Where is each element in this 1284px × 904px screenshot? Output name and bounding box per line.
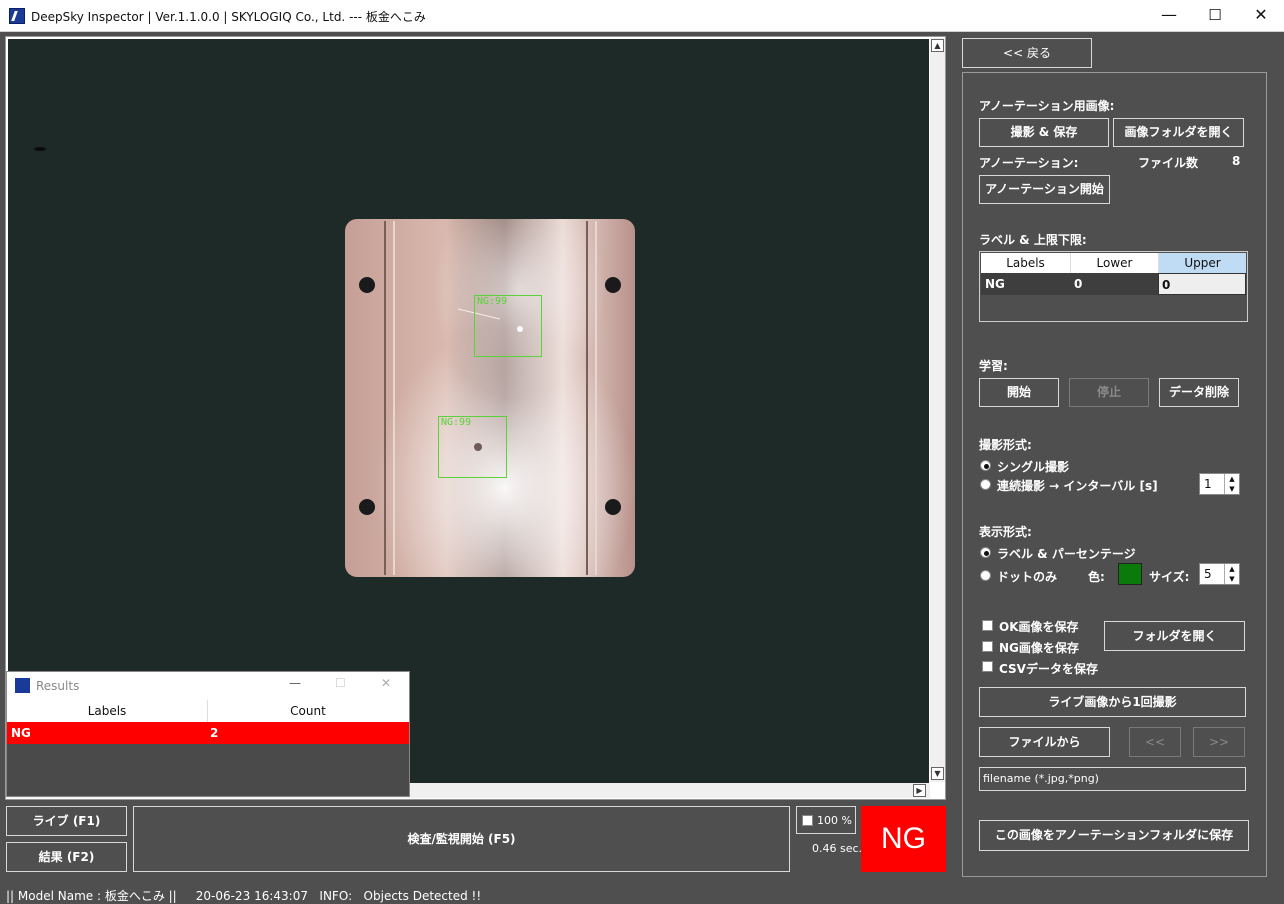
- open-image-folder-button[interactable]: 画像フォルダを開く: [1113, 118, 1244, 147]
- save-ok-label: OK画像を保存: [999, 620, 1079, 634]
- results-window[interactable]: Results — ☐ ✕ Labels Count NG 2: [6, 671, 410, 797]
- prev-image-button: <<: [1129, 727, 1181, 757]
- annotation-images-label: アノーテーション用画像:: [979, 99, 1115, 113]
- train-start-button[interactable]: 開始: [979, 378, 1059, 407]
- from-file-button[interactable]: ファイルから: [979, 727, 1110, 757]
- capture-save-button[interactable]: 撮影 & 保存: [979, 118, 1109, 147]
- capture-single-label: シングル撮影: [997, 460, 1070, 474]
- file-count-label: ファイル数: [1138, 156, 1199, 170]
- scroll-down-icon[interactable]: ▼: [931, 767, 944, 780]
- results-title: Results: [36, 679, 80, 693]
- inspect-start-button[interactable]: 検査/監視開始 (F5): [133, 806, 790, 872]
- start-annotation-button[interactable]: アノーテーション開始: [979, 175, 1110, 204]
- limits-row-label[interactable]: NG: [981, 273, 1070, 295]
- zoom-checkbox[interactable]: [802, 815, 813, 826]
- save-csv-checkbox[interactable]: [982, 661, 993, 672]
- next-image-button: >>: [1193, 727, 1245, 757]
- train-stop-button: 停止: [1069, 378, 1149, 407]
- capture-mode-label: 撮影形式:: [979, 438, 1032, 452]
- display-dot-radio[interactable]: [980, 570, 991, 581]
- capture-once-button[interactable]: ライブ画像から1回撮影: [979, 687, 1246, 717]
- back-button[interactable]: << 戻る: [962, 38, 1092, 68]
- color-label: 色:: [1088, 570, 1105, 584]
- size-value: 5: [1204, 567, 1212, 581]
- minimize-button[interactable]: —: [1146, 0, 1192, 32]
- interval-value: 1: [1204, 477, 1212, 491]
- column-header: Count: [290, 704, 326, 718]
- size-stepper[interactable]: 5 ▲ ▼: [1199, 563, 1240, 585]
- display-label-radio[interactable]: [980, 547, 991, 558]
- maximize-button[interactable]: ☐: [1192, 0, 1238, 32]
- save-ok-checkbox[interactable]: [982, 620, 993, 631]
- window-title: DeepSky Inspector | Ver.1.1.0.0 | SKYLOG…: [31, 10, 426, 24]
- limits-table[interactable]: Labels Lower Upper NG 0 0: [979, 251, 1248, 322]
- detection-box: NG:99: [438, 416, 507, 478]
- file-count-value: 8: [1232, 154, 1241, 168]
- open-folder-button[interactable]: フォルダを開く: [1104, 621, 1245, 651]
- zoom-label: 100 %: [817, 814, 852, 827]
- live-button[interactable]: ライブ (F1): [6, 806, 127, 836]
- save-to-annotation-button[interactable]: この画像をアノーテーションフォルダに保存: [979, 820, 1249, 851]
- vertical-scrollbar[interactable]: ▲ ▼: [930, 38, 945, 782]
- row-count: 2: [210, 726, 219, 740]
- display-label-text: ラベル & パーセンテージ: [997, 547, 1136, 561]
- limits-row-lower[interactable]: 0: [1070, 273, 1158, 295]
- column-header: Labels: [87, 704, 127, 718]
- minimize-icon[interactable]: —: [289, 676, 301, 690]
- filename-field[interactable]: filename (*.jpg,*png): [979, 767, 1246, 791]
- save-ng-checkbox[interactable]: [982, 641, 993, 652]
- annotation-label: アノーテーション:: [979, 156, 1079, 170]
- detection-label: NG:99: [441, 417, 472, 428]
- display-dot-text: ドットのみ: [997, 570, 1058, 584]
- column-header: Lower: [1070, 253, 1158, 273]
- title-bar: DeepSky Inspector | Ver.1.1.0.0 | SKYLOG…: [0, 0, 1284, 32]
- capture-continuous-radio[interactable]: [980, 479, 991, 490]
- zoom-toggle[interactable]: 100 %: [796, 806, 856, 834]
- table-row[interactable]: NG 2: [7, 722, 409, 744]
- column-header: Upper: [1158, 253, 1246, 273]
- close-button[interactable]: ✕: [1238, 0, 1284, 32]
- column-header: Labels: [981, 253, 1070, 273]
- status-text: || Model Name : 板金へこみ || 20-06-23 16:43:…: [6, 889, 482, 903]
- maximize-icon: ☐: [335, 676, 346, 690]
- stepper-arrows-icon[interactable]: ▲ ▼: [1224, 474, 1239, 494]
- limits-row-upper[interactable]: 0: [1158, 273, 1246, 295]
- elapsed-time: 0.46 sec.: [812, 842, 863, 855]
- results-title-bar: Results — ☐ ✕: [7, 672, 409, 700]
- display-mode-label: 表示形式:: [979, 525, 1032, 539]
- save-ng-label: NG画像を保存: [999, 641, 1079, 655]
- app-logo-icon: [9, 8, 25, 24]
- judgement-badge: NG: [861, 806, 946, 872]
- scroll-up-icon[interactable]: ▲: [931, 39, 944, 52]
- label-limits-label: ラベル & 上限下限:: [979, 233, 1087, 247]
- status-bar: || Model Name : 板金へこみ || 20-06-23 16:43:…: [0, 882, 1284, 904]
- stepper-arrows-icon[interactable]: ▲ ▼: [1224, 564, 1239, 584]
- capture-single-radio[interactable]: [980, 460, 991, 471]
- delete-data-button[interactable]: データ削除: [1159, 378, 1239, 407]
- scroll-right-icon[interactable]: ▶: [913, 784, 926, 797]
- close-icon[interactable]: ✕: [381, 676, 391, 690]
- detection-box: NG:99: [474, 295, 542, 357]
- training-label: 学習:: [979, 359, 1008, 373]
- interval-stepper[interactable]: 1 ▲ ▼: [1199, 473, 1240, 495]
- detection-label: NG:99: [477, 296, 508, 307]
- app-logo-icon: [15, 678, 30, 693]
- save-csv-label: CSVデータを保存: [999, 662, 1098, 676]
- result-button[interactable]: 結果 (F2): [6, 842, 127, 872]
- row-label: NG: [11, 726, 31, 740]
- dot-color-swatch[interactable]: [1118, 563, 1142, 585]
- size-label: サイズ:: [1149, 570, 1190, 584]
- capture-continuous-label: 連続撮影 → インターバル [s]: [997, 479, 1158, 493]
- results-table-header: Labels Count: [7, 700, 409, 722]
